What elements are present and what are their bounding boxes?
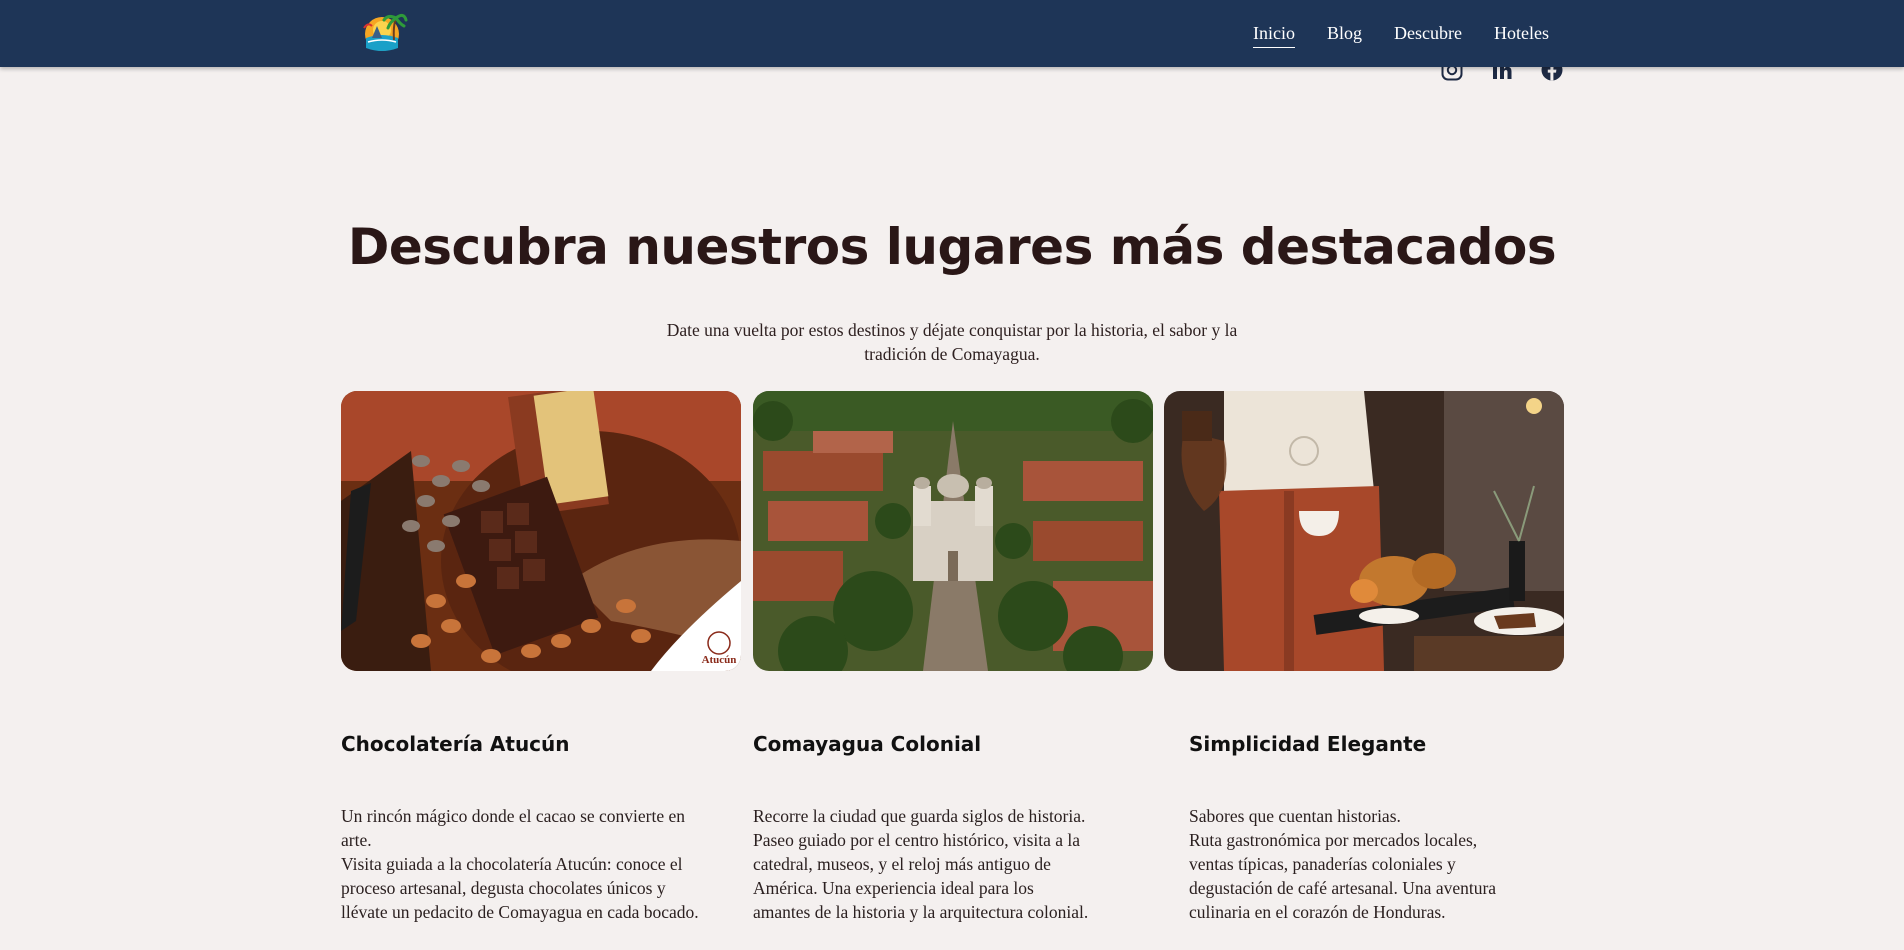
subtitle-line: tradición de Comayagua. [864,344,1040,364]
card-image-gastronomia[interactable] [1164,391,1564,671]
description-line: Recorre la ciudad que guarda siglos de h… [753,806,1086,826]
card-image-chocolateria[interactable]: Atucún [341,391,741,671]
page-subtitle: Date una vuelta por estos destinos y déj… [652,318,1252,366]
subtitle-line: Date una vuelta por estos destinos y déj… [666,320,1238,340]
description-line: llévate un pedacito de Comayagua en cada… [341,902,699,922]
card-description-gastronomia: Sabores que cuentan historias. Ruta gast… [1189,804,1589,924]
site-logo[interactable] [360,8,408,56]
card-title-comayagua: Comayagua Colonial [753,732,982,756]
description-line: ventas típicas, panaderías coloniales y [1189,854,1456,874]
description-line: arte. [341,830,372,850]
description-line: América. Una experiencia ideal para los [753,878,1034,898]
card-description-comayagua: Recorre la ciudad que guarda siglos de h… [753,804,1153,924]
page-title: Descubra nuestros lugares más destacados [347,218,1557,276]
description-line: Visita guiada a la chocolatería Atucún: … [341,854,683,874]
atucun-logo-text: Atucún [702,654,737,666]
description-line: Ruta gastronómica por mercados locales, [1189,830,1478,850]
description-line: degustación de café artesanal. Una avent… [1189,878,1497,898]
site-header: Inicio Blog Descubre Hoteles [0,0,1904,67]
nav-link-hoteles[interactable]: Hoteles [1494,19,1549,48]
description-line: catedral, museos, y el reloj más antiguo… [753,854,1051,874]
nav-link-blog[interactable]: Blog [1327,19,1362,48]
description-line: proceso artesanal, degusta chocolates ún… [341,878,666,898]
card-title-gastronomia: Simplicidad Elegante [1189,732,1427,756]
card-title-chocolateria: Chocolatería Atucún [341,732,570,756]
description-line: Sabores que cuentan historias. [1189,806,1401,826]
description-line: Un rincón mágico donde el cacao se convi… [341,806,686,826]
description-line: Paseo guiado por el centro histórico, vi… [753,830,1081,850]
description-line: culinaria en el corazón de Honduras. [1189,902,1446,922]
nav-link-inicio[interactable]: Inicio [1253,19,1296,48]
description-line: amantes de la historia y la arquitectura… [753,902,1089,922]
main-nav: Inicio Blog Descubre Hoteles [1253,0,1549,67]
card-description-chocolateria: Un rincón mágico donde el cacao se convi… [341,804,741,924]
card-image-comayagua[interactable] [753,391,1153,671]
nav-link-descubre[interactable]: Descubre [1394,19,1462,48]
